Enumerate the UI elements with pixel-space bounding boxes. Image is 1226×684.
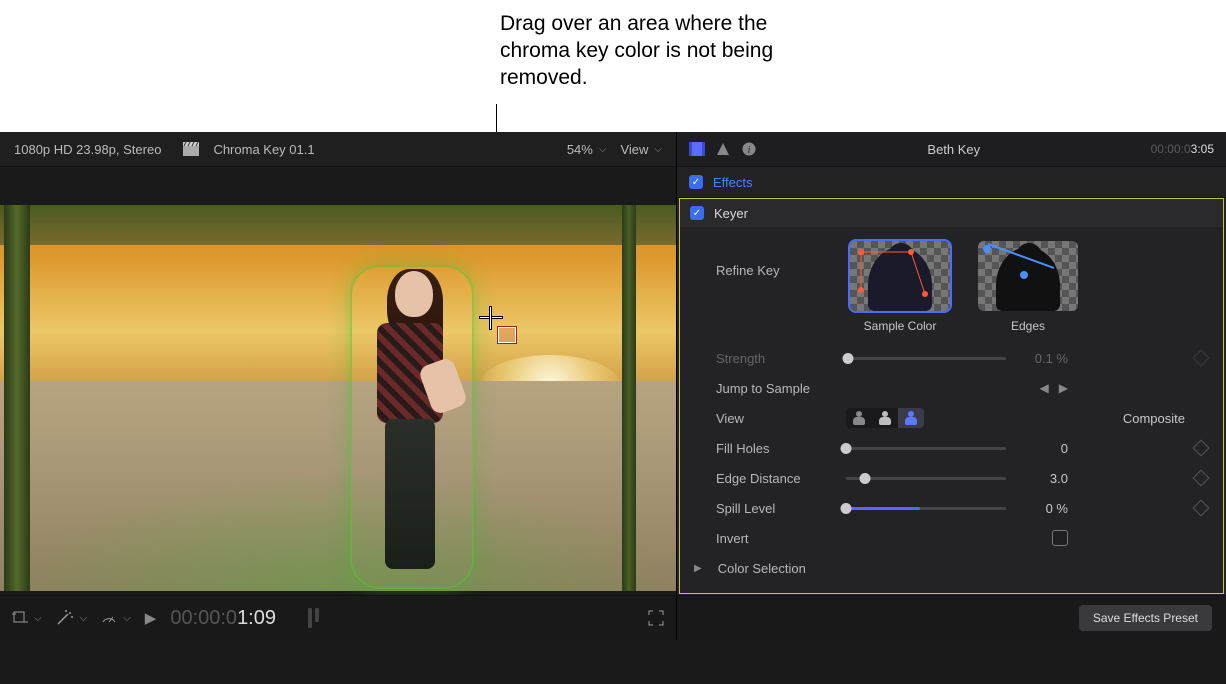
info-icon: i [742, 142, 756, 156]
jump-prev-button[interactable]: ◀ [1040, 381, 1049, 395]
edges-caption: Edges [1011, 319, 1045, 333]
view-matte-button[interactable] [872, 408, 898, 428]
fill-holes-value[interactable]: 0 [1016, 441, 1068, 456]
strength-value[interactable]: 0.1 % [1016, 351, 1068, 366]
spill-level-row: Spill Level 0 % [716, 493, 1209, 523]
inspector-header: i Beth Key 00:00:03:05 [677, 132, 1226, 167]
expand-icon [648, 610, 664, 626]
disclosure-triangle-icon[interactable]: ▶ [694, 563, 702, 574]
fill-holes-row: Fill Holes 0 [716, 433, 1209, 463]
jump-label: Jump to Sample [716, 381, 836, 396]
keyer-label: Keyer [714, 206, 748, 221]
strength-row: Strength 0.1 % [716, 343, 1209, 373]
color-selection-row[interactable]: ▶ Color Selection [694, 553, 1209, 583]
keyer-header-row[interactable]: ✓ Keyer [680, 199, 1223, 227]
view-segmented[interactable] [846, 408, 924, 428]
spill-level-value[interactable]: 0 % [1016, 501, 1068, 516]
view-composite-button[interactable] [898, 408, 924, 428]
effects-section-header[interactable]: ✓ Effects [677, 167, 1226, 198]
sample-color-thumb[interactable]: Sample Color [850, 241, 950, 333]
effects-label: Effects [713, 175, 753, 190]
viewer-timecode[interactable]: 00:00:01:09 [170, 607, 276, 630]
svg-text:i: i [748, 145, 751, 156]
strength-label: Strength [716, 351, 836, 366]
inspector-body: ✓ Keyer Refine Key [677, 198, 1226, 595]
edge-distance-row: Edge Distance 3.0 [716, 463, 1209, 493]
spill-level-label: Spill Level [716, 501, 836, 516]
viewer-toolbar: 1080p HD 23.98p, Stereo Chroma Key 01.1 … [0, 132, 676, 167]
play-button[interactable]: ▶ [145, 609, 157, 627]
retime-tool-dropdown[interactable]: ⌵ [101, 610, 131, 626]
invert-label: Invert [716, 531, 836, 546]
chevron-down-icon: ⌵ [123, 613, 131, 624]
speedometer-icon [101, 610, 117, 626]
save-effects-preset-button[interactable]: Save Effects Preset [1079, 605, 1212, 631]
clapperboard-icon[interactable] [183, 142, 199, 156]
sample-color-caption: Sample Color [864, 319, 937, 333]
edges-thumb[interactable]: Edges [978, 241, 1078, 333]
fullscreen-button[interactable] [648, 610, 664, 626]
effects-checkbox[interactable]: ✓ [689, 175, 703, 189]
invert-row: Invert [716, 523, 1209, 553]
keyframe-toggle[interactable] [1193, 440, 1210, 457]
chevron-down-icon: ⌵ [599, 144, 607, 155]
color-inspector-tab[interactable] [715, 141, 731, 157]
crop-tool-dropdown[interactable]: ⌵ [12, 610, 42, 626]
keyer-checkbox[interactable]: ✓ [690, 206, 704, 220]
viewer-pane: 1080p HD 23.98p, Stereo Chroma Key 01.1 … [0, 132, 676, 640]
viewer-bottom-toolbar: ⌵ ⌵ ⌵ ▶ 00:00:01:09 [0, 595, 676, 640]
color-selection-label: Color Selection [718, 561, 806, 576]
edge-distance-label: Edge Distance [716, 471, 836, 486]
inspector-pane: i Beth Key 00:00:03:05 ✓ Effects ✓ Keyer [676, 132, 1226, 640]
main-split: 1080p HD 23.98p, Stereo Chroma Key 01.1 … [0, 132, 1226, 640]
view-row: View Composite [716, 403, 1209, 433]
chevron-down-icon: ⌵ [34, 613, 42, 624]
format-label: 1080p HD 23.98p, Stereo [14, 142, 161, 157]
keyframe-toggle[interactable] [1193, 350, 1210, 367]
sample-drag-rect[interactable] [498, 327, 516, 343]
keyer-effect-block: ✓ Keyer Refine Key [679, 198, 1224, 594]
fill-holes-slider[interactable] [846, 447, 1006, 450]
invert-checkbox[interactable] [1052, 530, 1068, 546]
inspector-timecode: 00:00:03:05 [1151, 142, 1214, 156]
fcp-window: 1080p HD 23.98p, Stereo Chroma Key 01.1 … [0, 132, 1226, 684]
inspector-footer: Save Effects Preset [677, 595, 1226, 640]
strength-slider[interactable] [846, 357, 1006, 360]
wand-icon [56, 610, 74, 626]
edge-distance-slider[interactable] [846, 477, 1006, 480]
video-frame [0, 205, 676, 591]
audio-skimmer-icon[interactable] [308, 608, 319, 628]
inspector-title: Beth Key [767, 142, 1141, 157]
viewer-canvas[interactable] [0, 167, 676, 595]
view-value: Composite [1105, 411, 1185, 426]
crop-icon [12, 610, 28, 626]
video-inspector-tab[interactable] [689, 141, 705, 157]
view-label: View [716, 411, 836, 426]
jump-next-button[interactable]: ▶ [1059, 381, 1068, 395]
clip-name-label: Chroma Key 01.1 [213, 142, 314, 157]
keyframe-toggle[interactable] [1193, 500, 1210, 517]
fill-holes-label: Fill Holes [716, 441, 836, 456]
zoom-dropdown[interactable]: 54%⌵ [567, 142, 607, 157]
spill-level-slider[interactable] [846, 507, 1006, 510]
refine-key-row: Refine Key Sample Color [716, 235, 1209, 343]
refine-key-label: Refine Key [716, 263, 836, 278]
keyer-params: Refine Key Sample Color [680, 227, 1223, 593]
edge-distance-value[interactable]: 3.0 [1016, 471, 1068, 486]
help-annotation: Drag over an area where the chroma key c… [500, 10, 800, 91]
chevron-down-icon: ⌵ [80, 613, 88, 624]
chevron-down-icon: ⌵ [654, 144, 662, 155]
view-dropdown[interactable]: View⌵ [620, 142, 662, 157]
jump-to-sample-row: Jump to Sample ◀ ▶ [716, 373, 1209, 403]
keyframe-toggle[interactable] [1193, 470, 1210, 487]
view-original-button[interactable] [846, 408, 872, 428]
subject-figure [355, 271, 465, 581]
info-inspector-tab[interactable]: i [741, 141, 757, 157]
enhance-tool-dropdown[interactable]: ⌵ [56, 610, 88, 626]
